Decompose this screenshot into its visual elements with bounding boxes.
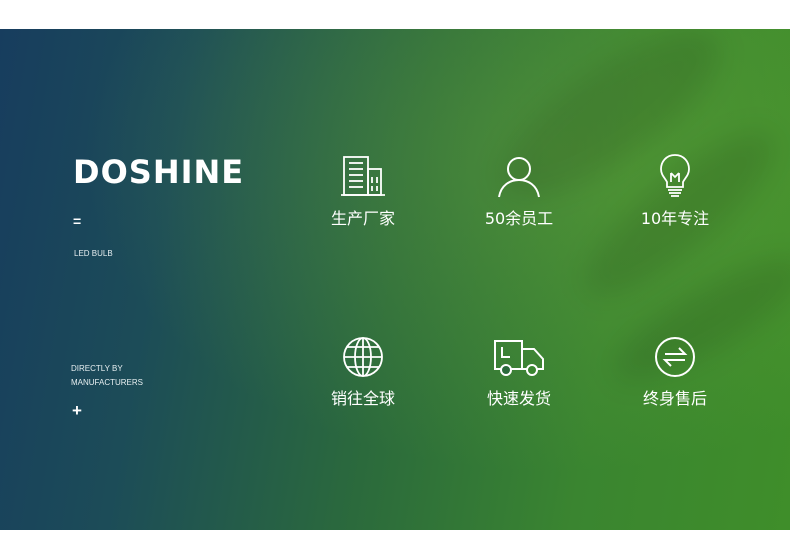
hero-banner: DOSHINE = LED BULB DIRECTLY BY MANUFACTU… [0, 29, 790, 530]
feature-label: 快速发货 [486, 389, 551, 408]
brand-logo-text: DOSHINE [73, 153, 245, 191]
feature-label: 终身售后 [642, 389, 707, 408]
light-bulb-icon [660, 154, 690, 197]
feature-label: 10年专注 [640, 209, 710, 228]
globe-icon [343, 337, 383, 377]
person-icon [498, 157, 540, 198]
feature-label: 销往全球 [330, 389, 395, 408]
plus-mark: + [72, 401, 82, 420]
delivery-truck-icon [494, 340, 544, 376]
feature-label: 生产厂家 [330, 209, 395, 228]
factory-building-icon [341, 156, 385, 196]
product-tagline: LED BULB [74, 249, 113, 258]
feature-fast-delivery: 快速发货 [459, 335, 579, 409]
exchange-arrows-icon [655, 337, 695, 377]
manufacturer-tagline: DIRECTLY BY MANUFACTURERS [71, 362, 143, 390]
feature-employees: 50余员工 [459, 153, 579, 229]
manufacturer-tagline-line2: MANUFACTURERS [71, 378, 144, 387]
feature-global-sales: 销往全球 [303, 335, 423, 409]
feature-lifetime-service: 终身售后 [615, 335, 735, 409]
feature-ten-years: 10年专注 [615, 153, 735, 229]
manufacturer-tagline-line1: DIRECTLY BY [71, 364, 123, 373]
feature-label: 50余员工 [484, 209, 554, 228]
feature-manufacturer: 生产厂家 [303, 153, 423, 229]
equals-mark: = [73, 213, 82, 229]
